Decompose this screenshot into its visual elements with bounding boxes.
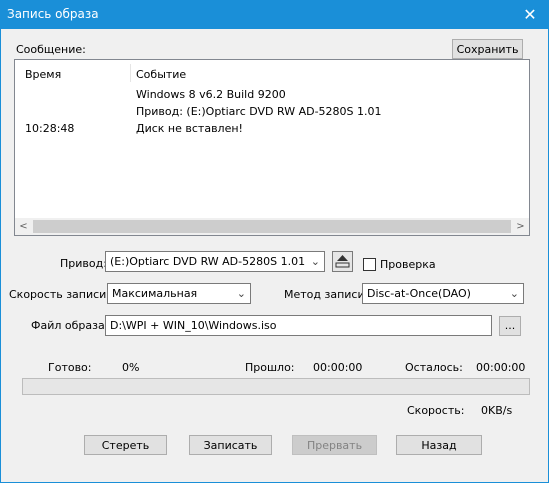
log-row-event: Привод: (E:)Optiarc DVD RW AD-5280S 1.01: [136, 105, 382, 118]
write-method-select[interactable]: Disc-at-Once(DAO) ⌄: [362, 283, 524, 304]
browse-button[interactable]: ...: [499, 316, 521, 336]
log-row-event: Windows 8 v6.2 Build 9200: [136, 88, 286, 101]
write-method-label: Метод записи:: [284, 288, 369, 301]
drive-label: Привод:: [60, 257, 107, 270]
log-row-time: 10:28:48: [25, 122, 75, 135]
erase-button[interactable]: Стереть: [84, 435, 167, 455]
horizontal-scrollbar[interactable]: < >: [15, 218, 529, 235]
verify-label[interactable]: Проверка: [380, 258, 436, 271]
write-speed-label: Скорость записи:: [9, 288, 111, 301]
log-list[interactable]: Время Событие Windows 8 v6.2 Build 9200 …: [14, 59, 530, 236]
write-speed-select[interactable]: Максимальная ⌄: [107, 283, 251, 304]
scroll-left-icon[interactable]: <: [15, 218, 32, 235]
eject-drive-button[interactable]: [332, 251, 353, 272]
log-row-event: Диск не вставлен!: [136, 122, 243, 135]
drive-select[interactable]: (E:)Optiarc DVD RW AD-5280S 1.01 ⌄: [105, 251, 325, 272]
close-icon[interactable]: ✕: [512, 1, 548, 29]
burn-image-dialog: Запись образа ✕ Сообщение: Сохранить Вре…: [0, 0, 549, 483]
scrollbar-thumb[interactable]: [33, 220, 511, 233]
elapsed-value: 00:00:00: [313, 361, 363, 374]
column-header-time[interactable]: Время: [25, 68, 61, 81]
column-separator: [130, 64, 131, 82]
verify-checkbox[interactable]: [363, 258, 376, 271]
image-file-path-input[interactable]: D:\WPI + WIN_10\Windows.iso: [105, 315, 492, 336]
write-speed-value: Максимальная: [112, 287, 198, 300]
ready-label: Готово:: [48, 361, 92, 374]
abort-button[interactable]: Прервать: [292, 435, 377, 455]
chevron-down-icon: ⌄: [310, 255, 320, 268]
ready-value: 0%: [122, 361, 140, 374]
write-method-value: Disc-at-Once(DAO): [367, 287, 471, 300]
column-header-event[interactable]: Событие: [136, 68, 186, 81]
chevron-down-icon: ⌄: [509, 287, 519, 300]
speed-label: Скорость:: [407, 404, 465, 417]
remaining-value: 00:00:00: [476, 361, 526, 374]
scroll-right-icon[interactable]: >: [512, 218, 529, 235]
eject-drive-icon: [335, 255, 350, 268]
window-title: Запись образа: [7, 7, 99, 21]
message-label: Сообщение:: [16, 43, 86, 56]
speed-value: 0KB/s: [481, 404, 513, 417]
chevron-down-icon: ⌄: [236, 287, 246, 300]
image-file-path: D:\WPI + WIN_10\Windows.iso: [110, 319, 277, 332]
remaining-label: Осталось:: [405, 361, 463, 374]
back-button[interactable]: Назад: [396, 435, 482, 455]
drive-select-value: (E:)Optiarc DVD RW AD-5280S 1.01: [110, 255, 306, 268]
elapsed-label: Прошло:: [245, 361, 295, 374]
progress-bar: [22, 378, 530, 395]
save-button[interactable]: Сохранить: [452, 39, 523, 59]
title-bar: Запись образа ✕: [1, 1, 548, 29]
write-button[interactable]: Записать: [189, 435, 272, 455]
image-file-label: Файл образа:: [31, 319, 109, 332]
